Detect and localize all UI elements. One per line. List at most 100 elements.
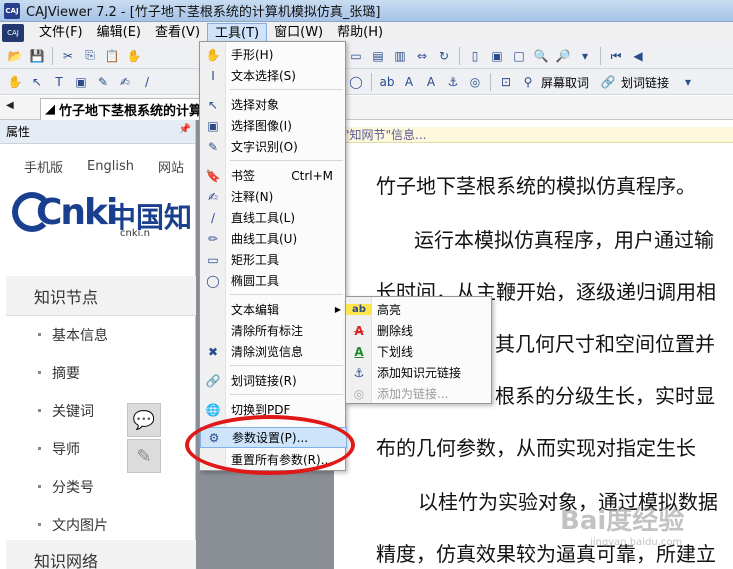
menu-item-label: 文字识别(O) (231, 140, 298, 154)
search-icon[interactable]: ⚲ (519, 73, 537, 91)
tools-menu: ✋ 手形(H) I 文本选择(S) ↖ 选择对象 ▣ 选择图像(I) ✎ 文字识… (199, 41, 347, 471)
menu-ocr[interactable]: ✎ 文字识别(O) (200, 136, 347, 157)
hand-tool-icon[interactable]: ✋ (6, 73, 24, 91)
menu-separator (230, 89, 343, 90)
page-icon[interactable]: ▯ (466, 47, 484, 65)
highlight-icon[interactable]: ab (378, 73, 396, 91)
menu-logo-icon[interactable]: CAJ (2, 23, 24, 42)
annotation-icon[interactable]: ✍ (116, 73, 134, 91)
fit-page-icon[interactable]: ▣ (488, 47, 506, 65)
cut-icon[interactable]: ✂ (59, 47, 77, 65)
nav-keywords[interactable]: 关键词 (0, 392, 196, 430)
english-link[interactable]: English (87, 159, 134, 174)
menu-text-select[interactable]: I 文本选择(S) (200, 65, 347, 86)
copy-icon[interactable]: ⎘ (81, 47, 99, 65)
menu-clear-history[interactable]: ✖ 清除浏览信息 (200, 341, 347, 362)
menu-item-label: 手形(H) (231, 48, 274, 62)
menu-separator (230, 160, 343, 161)
highlight-icon: ab (346, 304, 372, 315)
mobile-link[interactable]: 手机版 (24, 157, 63, 176)
menu-text-edit[interactable]: 文本编辑 ▶ (200, 299, 347, 320)
text-select-icon: I (211, 68, 215, 83)
dropdown-arrow-icon[interactable]: ▾ (679, 73, 697, 91)
underline-icon[interactable]: A (422, 73, 440, 91)
actual-size-icon[interactable]: □ (510, 47, 528, 65)
knowledge-node-infobar[interactable]: "知网节"信息... (334, 127, 733, 143)
toolbar-separator (371, 73, 372, 91)
submenu-item-label: 高亮 (377, 303, 402, 317)
submenu-add-as-link: ◎ 添加为链接... (346, 383, 493, 404)
hand-icon[interactable]: ✋ (125, 47, 143, 65)
line-tool-icon[interactable]: / (138, 73, 156, 91)
menu-separator (230, 294, 343, 295)
select-image-icon[interactable]: ▣ (72, 73, 90, 91)
menu-window[interactable]: 窗口(W) (267, 23, 330, 42)
menu-file[interactable]: 文件(F) (32, 23, 90, 42)
menu-rect-tool[interactable]: ▭ 矩形工具 (200, 249, 347, 270)
edit-pencil-icon[interactable]: ✎ (127, 439, 161, 473)
menu-annotation[interactable]: ✍ 注释(N) (200, 186, 347, 207)
menu-item-label: 选择对象 (231, 98, 280, 112)
text-select-icon[interactable]: T (50, 73, 68, 91)
word-link-icon[interactable]: 🔗 (599, 73, 617, 91)
nav-classification[interactable]: 分类号 (0, 468, 196, 506)
link-icon[interactable]: ◎ (466, 73, 484, 91)
shortcut-label: Ctrl+M (291, 168, 333, 183)
zoom-out-icon[interactable]: 🔍 (532, 47, 550, 65)
pin-icon[interactable]: 📌 (179, 124, 191, 135)
doc-text-line: 运行本模拟仿真程序，用户通过输 (414, 228, 714, 252)
anchor-icon[interactable]: ⚓ (444, 73, 462, 91)
menu-ellipse-tool[interactable]: ◯ 椭圆工具 (200, 270, 347, 291)
globe-icon: 🌐 (205, 402, 221, 417)
menu-clear-annotations[interactable]: 清除所有标注 (200, 320, 347, 341)
menu-help[interactable]: 帮助(H) (330, 23, 390, 42)
fit-width-icon[interactable]: ⇔ (413, 47, 431, 65)
menu-item-label: 书签 (231, 169, 256, 183)
ocr-icon[interactable]: ✎ (94, 73, 112, 91)
save-icon[interactable]: 💾 (28, 47, 46, 65)
facing-page-icon[interactable]: ▥ (391, 47, 409, 65)
menu-tools[interactable]: 工具(T) (207, 23, 268, 42)
submenu-strikethrough[interactable]: A 删除线 (346, 320, 493, 341)
menu-bookmark[interactable]: 🔖 书签 Ctrl+M (200, 165, 347, 186)
toolbar-overflow-icon[interactable]: ▾ (576, 47, 594, 65)
single-page-icon[interactable]: ▭ (347, 47, 365, 65)
website-link[interactable]: 网站 (158, 157, 184, 176)
nav-abstract[interactable]: 摘要 (0, 354, 196, 392)
ellipse-icon[interactable]: ◯ (347, 73, 365, 91)
menu-select-object[interactable]: ↖ 选择对象 (200, 94, 347, 115)
submenu-highlight[interactable]: ab 高亮 (346, 299, 493, 320)
select-arrow-icon[interactable]: ↖ (28, 73, 46, 91)
continuous-page-icon[interactable]: ▤ (369, 47, 387, 65)
first-page-icon[interactable]: ⏮ (607, 47, 625, 65)
nav-figures[interactable]: 文内图片 (0, 506, 196, 544)
menu-word-link[interactable]: 🔗 划词链接(R) (200, 370, 347, 391)
previous-page-icon[interactable]: ◀ (629, 47, 647, 65)
rotate-icon[interactable]: ↻ (435, 47, 453, 65)
strikethrough-icon[interactable]: A (400, 73, 418, 91)
menu-edit[interactable]: 编辑(E) (90, 23, 148, 42)
menu-hand[interactable]: ✋ 手形(H) (200, 44, 347, 65)
tab-document[interactable]: ◢ 竹子地下茎根系统的计算 (40, 98, 210, 120)
annotate-toolbar-group: ◯ ab A A ⚓ ◎ ⊡ ⚲ 屏幕取词 🔗 划词链接 ▾ (345, 73, 699, 91)
screen-pick-button[interactable]: 屏幕取词 (541, 74, 589, 91)
tab-scroll-left-icon[interactable]: ◀ (6, 100, 14, 111)
word-link-button[interactable]: 划词链接 (621, 74, 669, 91)
section-knowledge-node[interactable]: 知识节点 (6, 276, 196, 316)
rectangle-icon: ▭ (207, 252, 219, 267)
menu-curve-tool[interactable]: ✏ 曲线工具(U) (200, 228, 347, 249)
submenu-add-knowledge-link[interactable]: ⚓ 添加知识元链接 (346, 362, 493, 383)
paste-icon[interactable]: 📋 (103, 47, 121, 65)
menu-select-image[interactable]: ▣ 选择图像(I) (200, 115, 347, 136)
submenu-underline[interactable]: A 下划线 (346, 341, 493, 362)
panel-title: 属性 (6, 125, 31, 139)
menu-line-tool[interactable]: / 直线工具(L) (200, 207, 347, 228)
menu-view[interactable]: 查看(V) (148, 23, 207, 42)
section-knowledge-network[interactable]: 知识网络 (6, 540, 196, 569)
nav-basic-info[interactable]: 基本信息 (0, 316, 196, 354)
screen-pick-icon[interactable]: ⊡ (497, 73, 515, 91)
nav-advisor[interactable]: 导师 (0, 430, 196, 468)
open-icon[interactable]: 📂 (6, 47, 24, 65)
comment-icon[interactable]: 💬 (127, 403, 161, 437)
zoom-in-icon[interactable]: 🔎 (554, 47, 572, 65)
